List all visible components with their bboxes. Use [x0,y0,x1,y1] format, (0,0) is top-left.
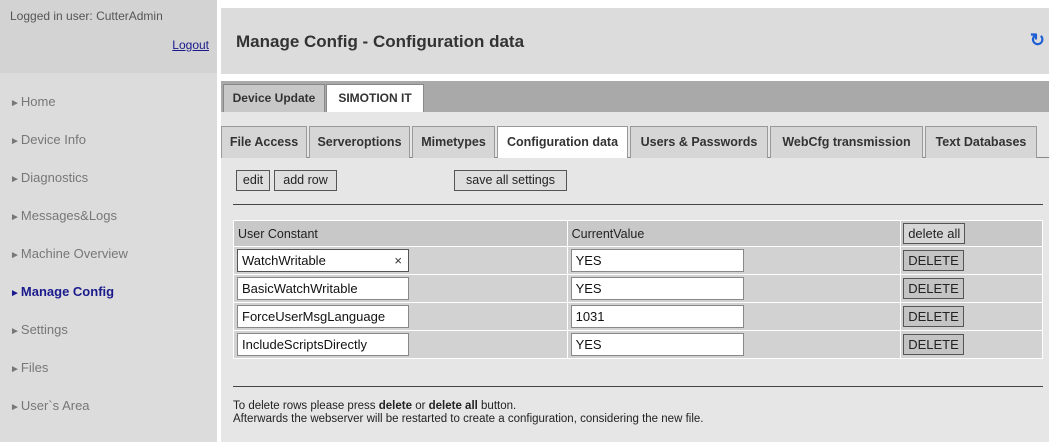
nav-item-settings[interactable]: ►Settings [0,311,217,349]
user-constant-input[interactable]: WatchWritable × [237,249,409,272]
delete-button[interactable]: DELETE [903,334,964,355]
page-title: Manage Config - Configuration data [236,32,525,51]
current-value-input[interactable]: YES [570,277,744,300]
table-row: ForceUserMsgLanguage 1031 DELETE [233,302,1043,331]
arrow-right-icon: ► [10,212,20,223]
arrow-right-icon: ► [10,250,20,261]
col-header-actions: delete all [900,220,1043,247]
delete-all-button[interactable]: delete all [903,223,966,244]
user-constant-input[interactable]: BasicWatchWritable [237,277,409,300]
nav-item-diagnostics[interactable]: ►Diagnostics [0,159,217,197]
arrow-right-icon: ► [10,136,20,147]
current-value-input[interactable]: 1031 [570,305,744,328]
sub-tab-bar: File Access Serveroptions Mimetypes Conf… [221,112,1049,159]
nav-item-machine-overview[interactable]: ►Machine Overview [0,235,217,273]
arrow-right-icon: ► [10,364,20,375]
tab-webcfg-transmission[interactable]: WebCfg transmission [770,126,923,158]
top-tab-bar: Device Update SIMOTION IT [221,81,1049,112]
arrow-right-icon: ► [10,402,20,413]
delete-button[interactable]: DELETE [903,306,964,327]
user-constant-input[interactable]: IncludeScriptsDirectly [237,333,409,356]
table-row: BasicWatchWritable YES DELETE [233,274,1043,303]
table-row: WatchWritable × YES DELETE [233,246,1043,275]
nav-item-users-area[interactable]: ►User`s Area [0,387,217,425]
config-data-panel: edit add row save all settings User Cons… [221,158,1049,442]
save-all-settings-button[interactable]: save all settings [454,170,567,191]
tab-text-databases[interactable]: Text Databases [925,126,1037,158]
logged-in-user-text: Logged in user: CutterAdmin [10,9,163,23]
page-header: Manage Config - Configuration data ↻ [221,8,1049,74]
delete-button[interactable]: DELETE [903,250,964,271]
logout-link[interactable]: Logout [10,38,209,52]
nav-item-files[interactable]: ►Files [0,349,217,387]
clear-icon[interactable]: × [394,250,402,271]
col-header-current-value: CurrentValue [566,220,902,247]
nav-item-device-info[interactable]: ►Device Info [0,121,217,159]
tab-mimetypes[interactable]: Mimetypes [412,126,495,158]
current-value-input[interactable]: YES [570,333,744,356]
refresh-icon[interactable]: ↻ [1030,30,1045,51]
delete-button[interactable]: DELETE [903,278,964,299]
nav-item-manage-config[interactable]: ►Manage Config [0,273,217,311]
tab-device-update[interactable]: Device Update [223,84,325,112]
arrow-right-icon: ► [10,288,20,299]
col-header-user-constant: User Constant [233,220,568,247]
help-text: To delete rows please press delete or de… [233,400,703,426]
table-header-row: User Constant CurrentValue delete all [233,220,1043,247]
nav-item-home[interactable]: ►Home [0,73,217,121]
help-text-line-1: To delete rows please press delete or de… [233,400,517,412]
tab-configuration-data[interactable]: Configuration data [497,126,628,159]
current-value-input[interactable]: YES [570,249,744,272]
table-row: IncludeScriptsDirectly YES DELETE [233,330,1043,359]
add-row-button[interactable]: add row [274,170,337,191]
divider [233,386,1043,387]
arrow-right-icon: ► [10,98,20,109]
help-text-line-2: Afterwards the webserver will be restart… [233,413,704,425]
user-constant-input[interactable]: ForceUserMsgLanguage [237,305,409,328]
login-box: Logged in user: CutterAdmin Logout [0,0,217,73]
tab-file-access[interactable]: File Access [221,126,307,158]
tab-simotion-it[interactable]: SIMOTION IT [326,84,424,112]
arrow-right-icon: ► [10,174,20,185]
edit-button[interactable]: edit [236,170,270,191]
tab-users-passwords[interactable]: Users & Passwords [630,126,768,158]
sidebar-nav: ►Home ►Device Info ►Diagnostics ►Message… [0,73,217,425]
sidebar: Logged in user: CutterAdmin Logout ►Home… [0,0,217,442]
arrow-right-icon: ► [10,326,20,337]
tab-serveroptions[interactable]: Serveroptions [309,126,410,158]
nav-item-messages-logs[interactable]: ►Messages&Logs [0,197,217,235]
divider [233,204,1043,205]
user-constants-table: User Constant CurrentValue delete all Wa… [233,220,1043,359]
